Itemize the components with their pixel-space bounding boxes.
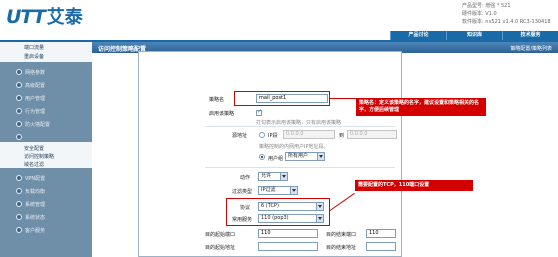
sidebar-item-security[interactable]: 安全配置 <box>24 145 44 152</box>
policy-name-highlight <box>234 91 330 106</box>
sidebar-item-firewall[interactable]: 防火墙配置 <box>0 118 92 130</box>
chevron-down-icon <box>316 203 323 210</box>
policy-form <box>138 51 402 257</box>
protocol-label: 协议 <box>240 205 251 211</box>
filter-type-value: IP过滤 <box>261 187 276 193</box>
sidebar-item-advanced[interactable]: 高级配置 <box>0 79 92 91</box>
sidebar-top-sub: 端口流量 重启设备 <box>0 42 92 62</box>
source-label: 源地址 <box>232 133 248 139</box>
sidebar-item-label: 客户服务 <box>25 228 46 234</box>
action-value: 允许 <box>261 173 272 179</box>
sidebar-item-label: 高级配置 <box>25 83 46 89</box>
bullet-icon <box>16 134 22 140</box>
bullet-icon <box>16 69 22 75</box>
dst-addr-end-label: 目的结束地址 <box>326 245 357 251</box>
nav-tech-service[interactable]: 技术服务 <box>502 31 558 40</box>
sidebar-expanded-group: 安全配置 访问控制策略 域名过滤 <box>0 142 92 168</box>
sidebar-item-system[interactable]: 系统管理 <box>0 198 92 210</box>
sidebar-item-label: 防火墙配置 <box>25 122 51 128</box>
filter-type-label: 过滤类型 <box>232 189 253 195</box>
user-group-select[interactable]: 所有用户 <box>285 152 325 161</box>
filter-type-select[interactable]: IP过滤 <box>258 186 298 195</box>
ip-range-radio[interactable] <box>259 132 265 138</box>
device-info: 产品型号: 增强 * 521 硬件版本: V1.0 软件版本: nv521 v1… <box>462 2 551 26</box>
dst-addr-start-label: 目的起始地址 <box>205 245 236 251</box>
sidebar-item-status[interactable]: 系统状态 <box>0 211 92 223</box>
user-group-radio[interactable] <box>259 154 265 160</box>
sidebar-item-behavior[interactable]: 行为管理 <box>0 105 92 117</box>
action-select[interactable]: 允许 <box>258 172 288 181</box>
sidebar-item-network[interactable]: 网络参数 <box>0 66 92 78</box>
software-version: 软件版本: nv521 v1.4.0 RC3-130418 <box>462 19 551 25</box>
sidebar-item-label: 用户管理 <box>25 96 46 102</box>
action-label: 动作 <box>240 175 251 181</box>
bullet-icon <box>16 201 22 207</box>
chevron-down-icon <box>316 215 323 222</box>
ip-range-label: IP段 <box>268 133 278 139</box>
bullet-icon <box>16 108 22 114</box>
sidebar-item-access-control[interactable]: 访问控制策略 <box>24 153 54 160</box>
chevron-down-icon <box>290 187 297 194</box>
sidebar-item-label: 系统管理 <box>25 202 46 208</box>
bullet-icon <box>16 175 22 181</box>
sidebar-item-load-balance[interactable]: 负载均衡 <box>0 185 92 197</box>
protocol-value: 6 (TCP) <box>261 203 279 209</box>
logo-latin: UTT <box>6 6 46 28</box>
ip-from-input[interactable]: 0.0.0.0 <box>283 130 335 139</box>
dst-port-start-input[interactable]: 110 <box>258 229 318 238</box>
top-nav: 产品讨论 知识库 技术服务 <box>390 31 558 40</box>
logo: UTT 艾泰 <box>6 3 83 29</box>
device-model: 产品型号: 增强 * 521 <box>462 3 511 9</box>
bullet-icon <box>16 82 22 88</box>
to-label: 到 <box>339 133 345 139</box>
user-group-value: 所有用户 <box>288 153 309 159</box>
sidebar-item-domain-filter[interactable]: 域名过滤 <box>24 161 44 168</box>
logo-cn: 艾泰 <box>46 7 83 28</box>
dst-addr-end-input[interactable] <box>366 242 396 251</box>
sidebar: 端口流量 重启设备 网络参数 高级配置 用户管理 行为管理 防火墙配置 安全配置… <box>0 42 92 257</box>
dst-port-end-input[interactable]: 110 <box>366 229 396 238</box>
nav-knowledge-base[interactable]: 知识库 <box>446 31 502 40</box>
sidebar-item-vpn[interactable]: VPN配置 <box>0 172 92 184</box>
service-select[interactable]: 110 (pop3) <box>258 214 324 223</box>
dst-addr-start-input[interactable] <box>258 242 318 251</box>
source-hint: 策略控制的内网用户IP地址段。 <box>259 144 329 150</box>
sidebar-item-label: 负载均衡 <box>25 189 46 195</box>
policy-list-link[interactable]: 策略配置/策略列表 <box>510 45 552 52</box>
annotation-callout-protocol: 需要配置的TCP，110端口设置 <box>355 180 473 191</box>
bullet-icon <box>16 95 22 101</box>
sidebar-item-reboot[interactable]: 重启设备 <box>24 53 44 60</box>
service-label: 常用服务 <box>232 217 253 223</box>
divider <box>205 167 395 168</box>
enable-hint: 打勾表示启用该策略，只有启用该策略 <box>256 120 342 126</box>
chevron-down-icon <box>280 173 287 180</box>
enable-label: 启用该策略 <box>209 111 235 117</box>
header: UTT 艾泰 产品型号: 增强 * 521 硬件版本: V1.0 软件版本: nv… <box>0 0 558 31</box>
sidebar-item-label: 行为管理 <box>25 109 46 115</box>
protocol-select[interactable]: 6 (TCP) <box>258 202 324 211</box>
sidebar-item-label: VPN配置 <box>25 176 46 182</box>
bullet-icon <box>16 121 22 127</box>
chevron-down-icon <box>317 153 324 160</box>
sidebar-item-label: 网络参数 <box>25 70 46 76</box>
sidebar-item-users[interactable]: 用户管理 <box>0 92 92 104</box>
bullet-icon <box>16 214 22 220</box>
service-value: 110 (pop3) <box>261 215 289 221</box>
annotation-line-1 <box>330 98 356 99</box>
policy-name-label: 策略名 <box>209 97 225 103</box>
annotation-callout-policy-name: 策略名：定义该策略的名字，建议设置和策略相关的名字，方便后续管理 <box>356 98 486 116</box>
enable-checkbox[interactable] <box>256 108 262 116</box>
sidebar-item-port-traffic[interactable]: 端口流量 <box>24 44 44 51</box>
user-group-label: 用户组 <box>268 156 284 162</box>
nav-product-discussion[interactable]: 产品讨论 <box>390 31 446 40</box>
dst-port-start-label: 目的起始端口 <box>205 232 236 238</box>
ip-to-input[interactable]: 0.0.0.0 <box>347 130 397 139</box>
sidebar-item-support[interactable]: 客户服务 <box>0 224 92 236</box>
dst-port-end-label: 目的结束端口 <box>326 232 357 238</box>
divider <box>205 126 395 127</box>
sidebar-item-label: 系统状态 <box>25 215 46 221</box>
bullet-icon <box>16 188 22 194</box>
hardware-version: 硬件版本: V1.0 <box>462 11 497 17</box>
bullet-icon <box>16 227 22 233</box>
